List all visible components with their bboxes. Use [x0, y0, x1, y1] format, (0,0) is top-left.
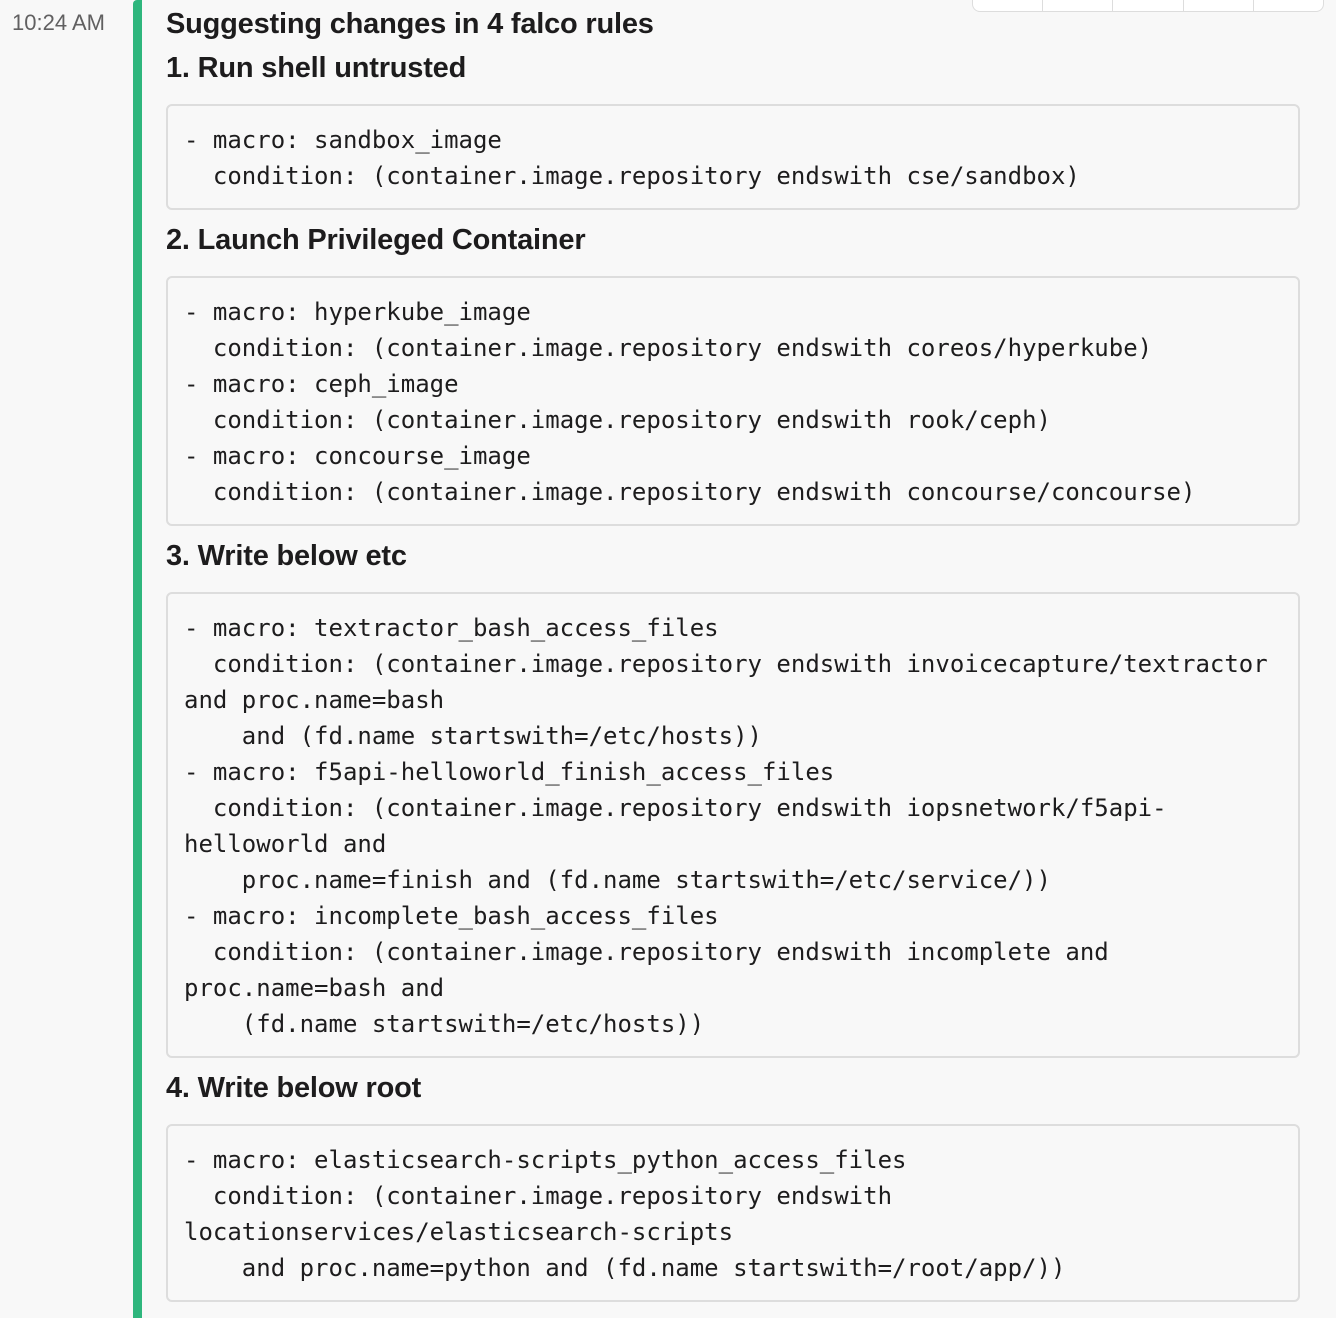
message-timestamp[interactable]: 10:24 AM [12, 10, 105, 36]
code-block-1[interactable]: - macro: sandbox_image condition: (conta… [166, 104, 1300, 210]
rule-title-1: 1. Run shell untrusted [166, 52, 467, 84]
code-block-3[interactable]: - macro: textractor_bash_access_files co… [166, 592, 1300, 1058]
message-accent-bar [133, 0, 142, 1318]
rule-title-3: 3. Write below etc [166, 540, 407, 572]
code-block-4[interactable]: - macro: elasticsearch-scripts_python_ac… [166, 1124, 1300, 1302]
rule-title-4: 4. Write below root [166, 1072, 422, 1104]
rule-title-2: 2. Launch Privileged Container [166, 224, 586, 256]
message-intro: Suggesting changes in 4 falco rules [166, 8, 654, 40]
message-body: Suggesting changes in 4 falco rules 1. R… [166, 4, 1300, 1312]
code-block-2[interactable]: - macro: hyperkube_image condition: (con… [166, 276, 1300, 526]
